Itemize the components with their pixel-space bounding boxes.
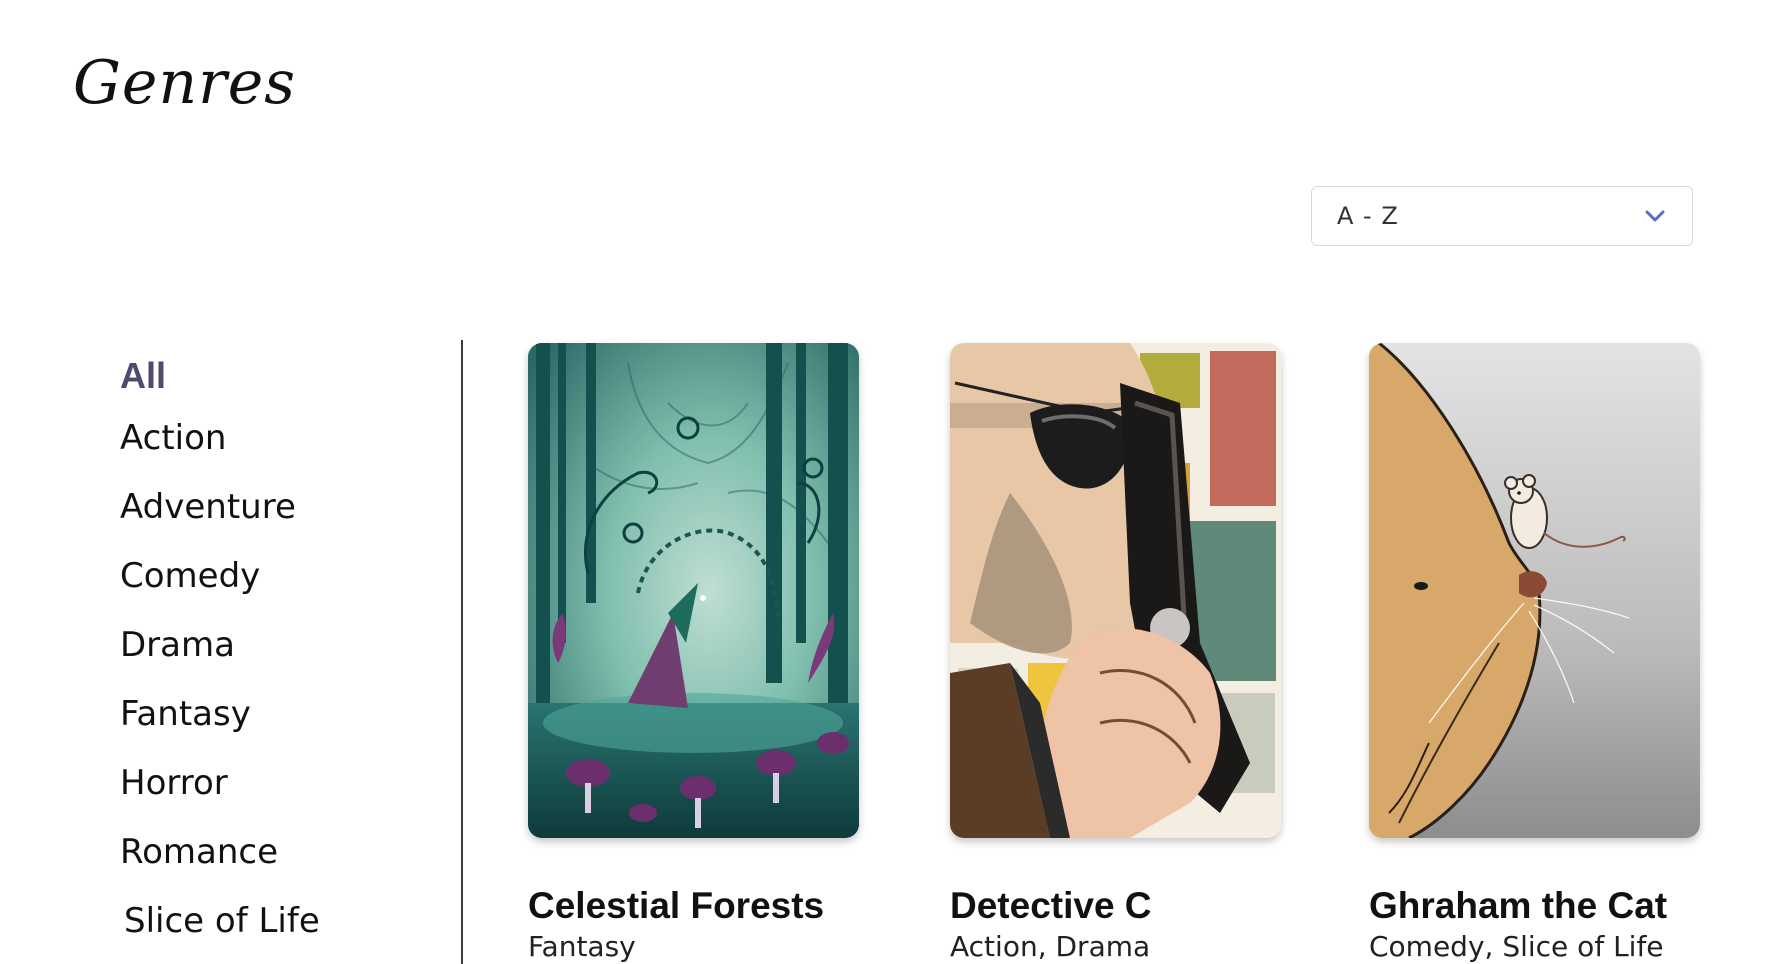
page-title: Genres xyxy=(73,48,297,118)
card-genres: Fantasy xyxy=(528,930,636,963)
sidebar-item-drama[interactable]: Drama xyxy=(120,625,420,665)
sidebar-item-comedy[interactable]: Comedy xyxy=(120,556,420,596)
comic-card-ghraham-the-cat[interactable]: Ghraham the Cat Comedy, Slice of Life xyxy=(1369,343,1700,964)
card-title[interactable]: Ghraham the Cat xyxy=(1369,886,1700,926)
card-genres: Comedy, Slice of Life xyxy=(1369,930,1664,963)
sidebar-item-fantasy[interactable]: Fantasy xyxy=(120,694,420,734)
cover-image-celestial-forests[interactable] xyxy=(528,343,859,838)
cover-image-ghraham-the-cat[interactable] xyxy=(1369,343,1700,838)
card-title[interactable]: Celestial Forests xyxy=(528,886,859,926)
sidebar-item-all[interactable]: All xyxy=(120,356,420,396)
sidebar-item-slice-of-life[interactable]: Slice of Life xyxy=(120,901,420,941)
sidebar-divider xyxy=(461,340,463,964)
sort-selected-value: A - Z xyxy=(1337,202,1399,230)
card-title[interactable]: Detective C xyxy=(950,886,1281,926)
sort-select[interactable]: A - Z xyxy=(1311,186,1693,246)
card-genres: Action, Drama xyxy=(950,930,1151,963)
sidebar-item-action[interactable]: Action xyxy=(120,418,420,458)
chevron-down-icon xyxy=(1644,209,1666,223)
comic-card-celestial-forests[interactable]: Celestial Forests Fantasy xyxy=(528,343,859,964)
sidebar-item-horror[interactable]: Horror xyxy=(120,763,420,803)
sidebar-item-adventure[interactable]: Adventure xyxy=(120,487,420,527)
cover-image-detective-c[interactable] xyxy=(950,343,1281,838)
genres-page: Genres A - Z All Action Adventure Comedy… xyxy=(0,0,1790,964)
genre-sidebar: All Action Adventure Comedy Drama Fantas… xyxy=(120,356,420,942)
comic-card-detective-c[interactable]: Detective C Action, Drama xyxy=(950,343,1281,964)
sidebar-item-romance[interactable]: Romance xyxy=(120,832,420,872)
